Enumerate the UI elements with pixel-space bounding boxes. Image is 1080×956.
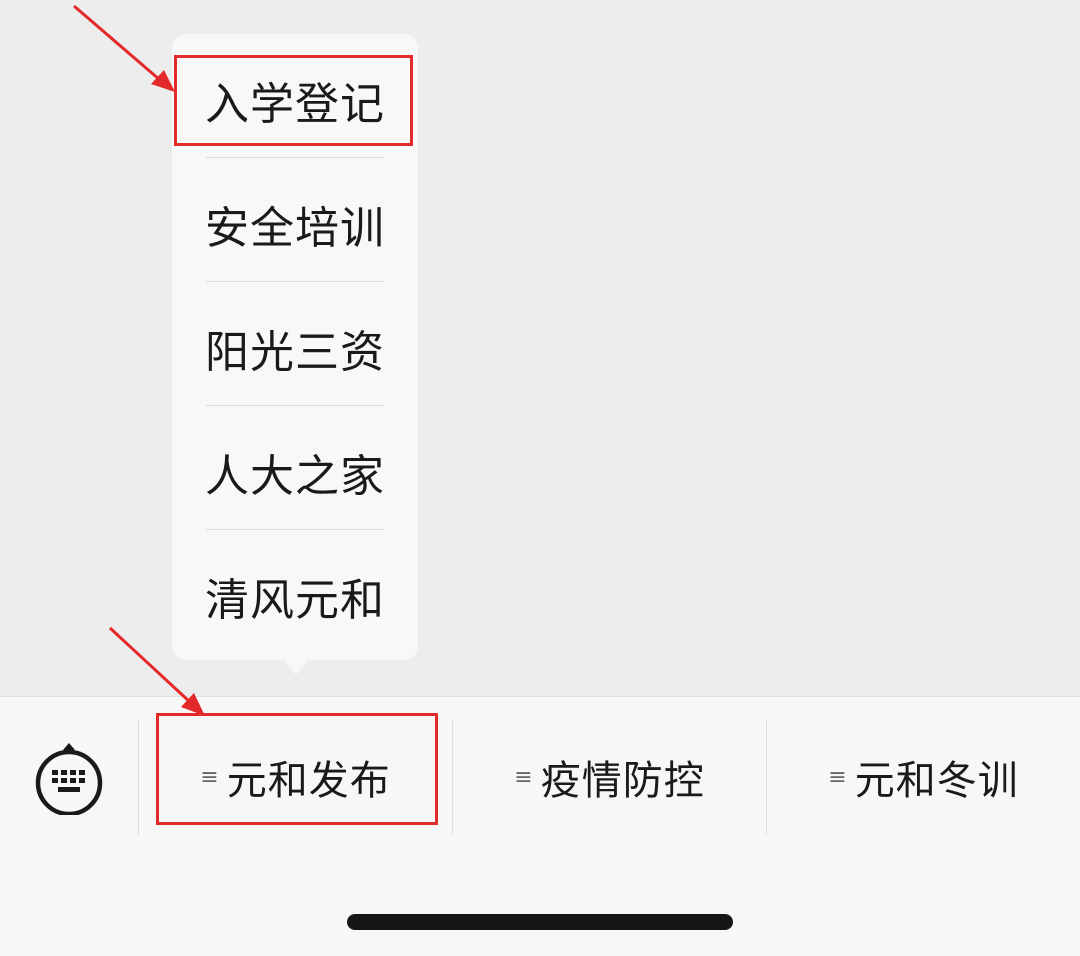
tab-label: 疫情防控 <box>540 758 705 804</box>
menu-item-label: 阳光三资 <box>205 327 385 378</box>
menu-item-label: 安全培训 <box>205 203 385 254</box>
popup-pointer <box>283 658 309 675</box>
menu-divider <box>206 405 384 406</box>
menu-divider <box>206 281 384 282</box>
menu-lines-icon: ≡ <box>514 764 533 790</box>
menu-lines-icon: ≡ <box>200 764 219 790</box>
menu-lines-icon: ≡ <box>828 764 847 790</box>
tab-label: 元和发布 <box>226 758 391 804</box>
menu-item-enrollment-registration[interactable]: 入学登记 <box>172 38 418 162</box>
menu-item-label: 人大之家 <box>205 451 385 502</box>
tab-epidemic-control[interactable]: ≡ 疫情防控 <box>453 719 766 835</box>
menu-item-clean-yuanhe[interactable]: 清风元和 <box>172 534 418 658</box>
keyboard-icon <box>35 743 103 817</box>
submenu-popup: 入学登记 安全培训 阳光三资 人大之家 清风元和 <box>172 34 418 660</box>
tab-label: 元和冬训 <box>854 758 1019 804</box>
menu-item-label: 清风元和 <box>205 575 385 626</box>
menu-item-safety-training[interactable]: 安全培训 <box>172 162 418 286</box>
home-indicator <box>347 914 733 930</box>
menu-item-sunshine-assets[interactable]: 阳光三资 <box>172 286 418 410</box>
arrow-line-top <box>73 4 161 82</box>
tab-yuanhe-release[interactable]: ≡ 元和发布 <box>139 719 452 835</box>
keyboard-toggle-button[interactable] <box>34 739 104 817</box>
tab-yuanhe-winter-training[interactable]: ≡ 元和冬训 <box>767 719 1080 835</box>
menu-divider <box>206 157 384 158</box>
menu-item-label: 入学登记 <box>205 79 385 130</box>
custom-menu-bar: ≡ 元和发布 ≡ 疫情防控 ≡ 元和冬训 <box>0 696 1080 956</box>
menu-item-npc-home[interactable]: 人大之家 <box>172 410 418 534</box>
menu-divider <box>206 529 384 530</box>
